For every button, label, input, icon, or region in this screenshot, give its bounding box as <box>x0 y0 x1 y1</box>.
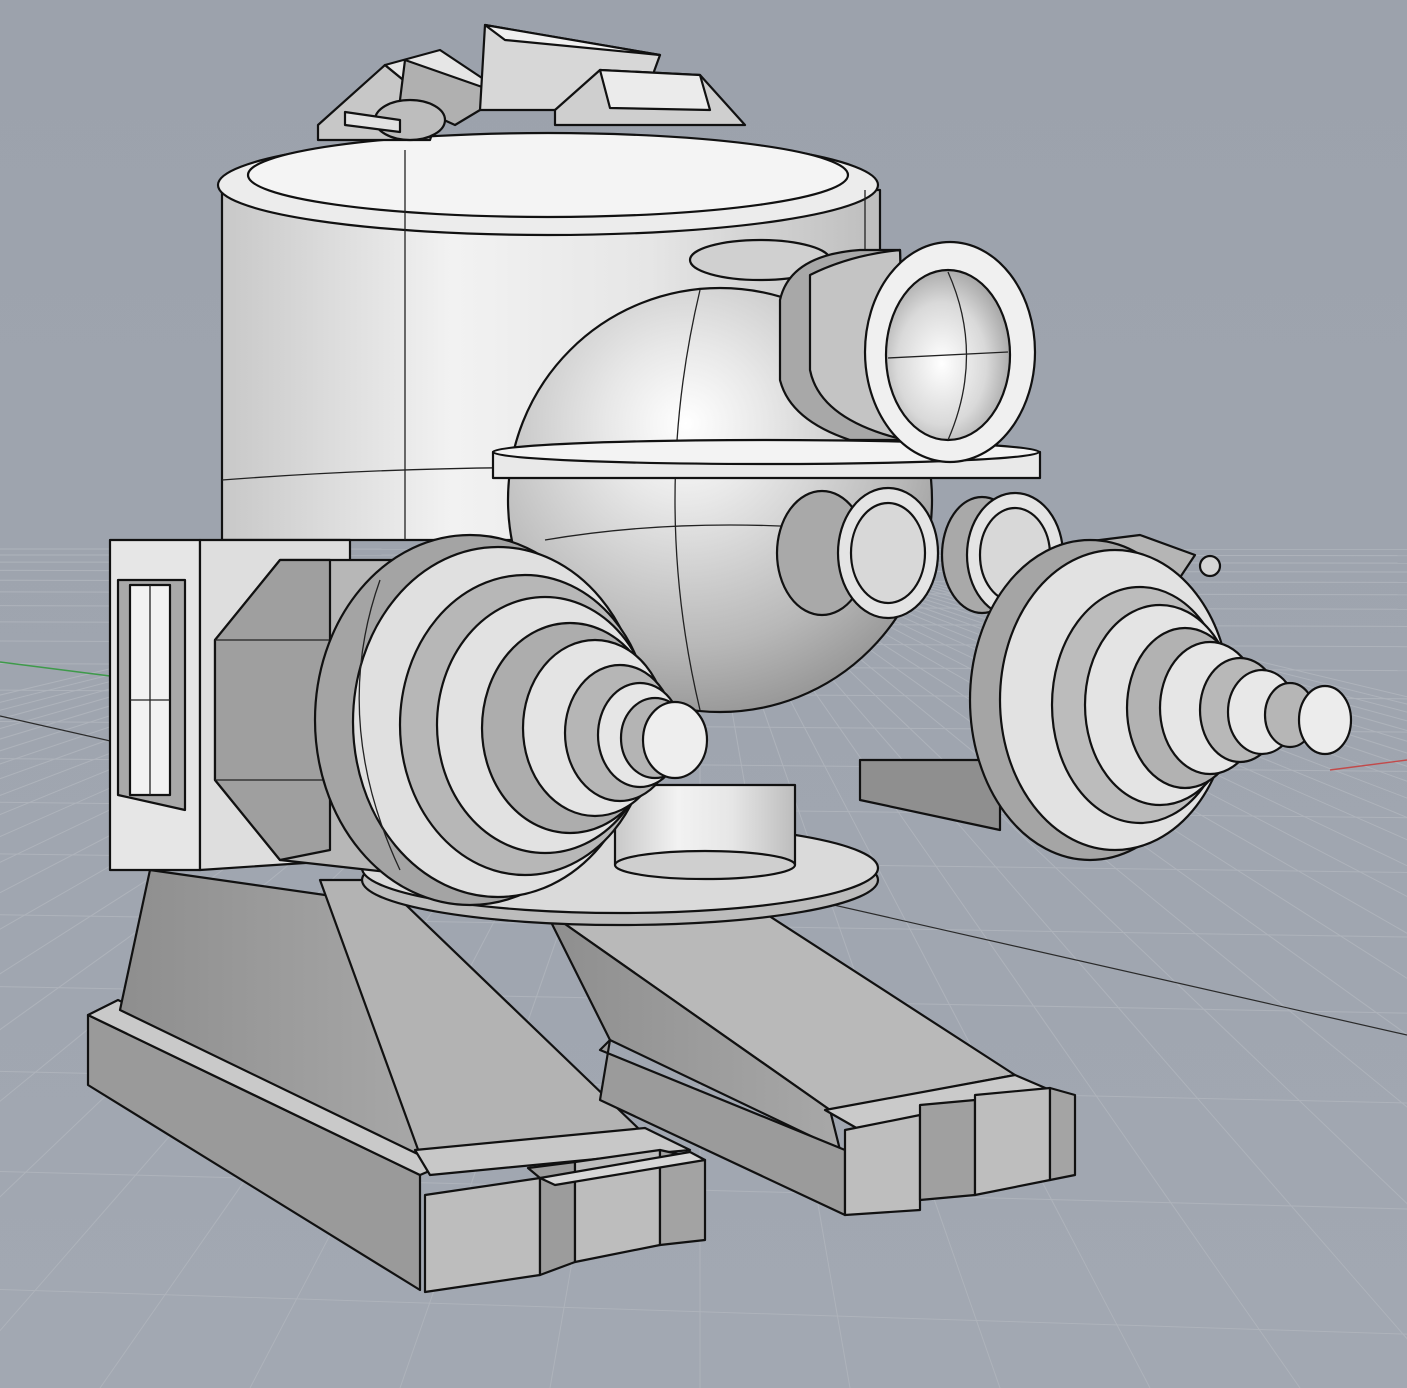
scene-canvas[interactable] <box>0 0 1407 1388</box>
3d-viewport[interactable] <box>0 0 1407 1388</box>
